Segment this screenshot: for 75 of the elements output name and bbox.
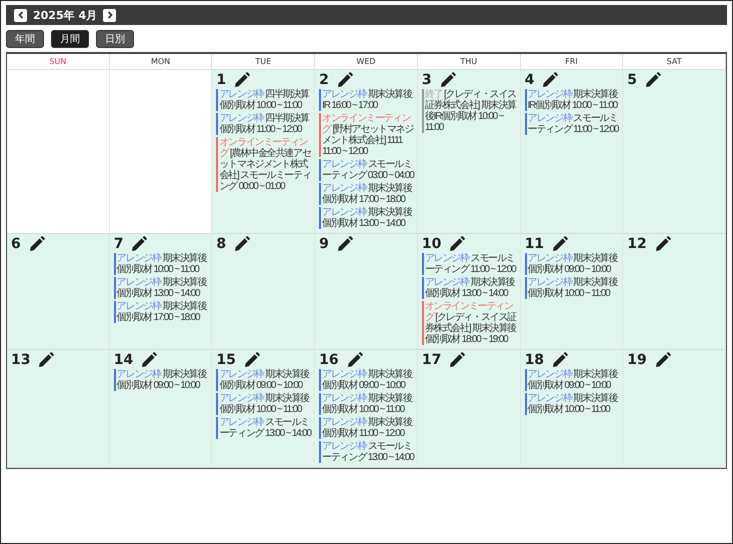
pencil-icon[interactable] [552,236,568,252]
day-number: 2 [319,72,329,88]
day-number: 16 [319,352,339,368]
view-tab[interactable]: 日別 [96,30,134,48]
day-number: 10 [422,236,442,252]
day-number: 3 [422,72,432,88]
pencil-icon[interactable] [336,236,353,252]
event-entry[interactable]: アレンジ枠スモールミーティング 03:00 ~ 04:00 [319,159,415,181]
day-number: 18 [524,352,544,368]
pencil-icon[interactable] [234,72,250,88]
pencil-icon[interactable] [336,72,353,88]
event-entry[interactable]: オンラインミーティング[農林中金全共連アセットマネジメント株式会社] スモールミーティング 00:00 ~ 01:00 [216,137,312,192]
day-number: 17 [422,352,442,368]
pencil-icon[interactable] [542,72,558,88]
pencil-icon[interactable] [449,236,466,252]
pencil-icon[interactable] [346,352,363,368]
event-entry[interactable]: アレンジ枠スモールミーティング 13:00 ~ 14:00 [319,441,415,463]
chevron-left-icon [18,11,24,19]
next-month-button[interactable] [103,8,116,22]
event-entry[interactable]: 終了[クレディ・スイス証券株式会社] 期末決算後IR個別取材 10:00 ~ 11:00 [422,89,518,133]
day-number: 12 [627,236,647,252]
event-entry[interactable]: アレンジ枠期末決算後個別取材 10:00 ~ 11:00 [524,277,620,299]
month-title: 2025年 4月 [33,8,98,22]
event-entry[interactable]: アレンジ枠期末決算後IR個別取材 10:00 ~ 11:00 [524,89,620,111]
event-entry[interactable]: アレンジ枠期末決算後個別取材 10:00 ~ 11:00 [319,393,415,415]
pencil-icon[interactable] [131,236,148,252]
pencil-icon[interactable] [645,72,662,88]
pencil-icon[interactable] [654,352,671,368]
day-number: 15 [216,352,236,368]
event-entry[interactable]: アレンジ枠期末決算後個別取材 09:00 ~ 10:00 [216,369,312,391]
event-entry[interactable]: アレンジ枠期末決算後個別取材 17:00 ~ 18:00 [319,183,415,205]
pencil-icon[interactable] [38,352,54,368]
day-number: 8 [216,236,226,252]
event-entry[interactable]: アレンジ枠期末決算後個別取材 13:00 ~ 14:00 [319,207,415,229]
event-entry[interactable]: アレンジ枠期末決算後個別取材 09:00 ~ 10:00 [114,369,210,391]
day-number: 5 [627,72,638,88]
previous-month-button[interactable] [14,8,27,22]
event-entry[interactable]: アレンジ枠期末決算後個別取材 17:00 ~ 18:00 [114,301,210,323]
event-entry[interactable]: アレンジ枠期末決算後個別取材 09:00 ~ 10:00 [524,369,620,391]
view-tab[interactable]: 年間 [6,30,44,48]
pencil-icon[interactable] [449,352,466,368]
event-entry[interactable]: アレンジ枠期末決算後個別取材 10:00 ~ 11:00 [114,253,210,275]
event-entry[interactable]: アレンジ枠期末決算後個別取材 09:00 ~ 10:00 [524,253,620,275]
day-number: 1 [216,72,226,88]
day-number: 14 [114,352,134,368]
pencil-icon[interactable] [244,352,260,368]
day-number: 9 [319,236,329,252]
event-entry[interactable]: アレンジ枠期末決算後個別取材 11:00 ~ 12:00 [319,417,415,439]
event-entry[interactable]: オンラインミーティング[野村アセットマネジメント株式会社] 1111 11:00 ~ 12:00 [319,113,415,157]
event-entry[interactable]: アレンジ枠四半期決算個別取材 11:00 ~ 12:00 [216,113,312,135]
event-entry[interactable]: アレンジ枠期末決算後個別取材 13:00 ~ 14:00 [422,277,518,299]
event-entry[interactable]: アレンジ枠スモールミーティング 11:00 ~ 12:00 [422,253,518,275]
event-entry[interactable]: アレンジ枠期末決算後個別取材 10:00 ~ 11:00 [216,393,312,415]
pencil-icon[interactable] [440,72,456,88]
chevron-right-icon [106,11,113,19]
day-number: 7 [114,236,124,252]
event-entry[interactable]: アレンジ枠期末決算後個別取材 10:00 ~ 11:00 [524,393,620,415]
event-entry[interactable]: アレンジ枠スモールミーティング 11:00 ~ 12:00 [524,113,620,135]
day-number: 13 [11,352,30,368]
event-entry[interactable]: アレンジ枠期末決算後個別取材 09:00 ~ 10:00 [319,369,415,391]
pencil-icon[interactable] [28,236,45,252]
event-entry[interactable]: アレンジ枠四半期決算個別取材 10:00 ~ 11:00 [216,89,312,111]
pencil-icon[interactable] [654,236,671,252]
event-entry[interactable]: オンラインミーティング[クレディ・スイス証券株式会社] 期末決算後個別取材 18:00 ~ 19:00 [422,301,518,345]
pencil-icon[interactable] [234,236,250,252]
event-entry[interactable]: アレンジ枠期末決算後個別取材 13:00 ~ 14:00 [114,277,210,299]
event-entry[interactable]: アレンジ枠スモールミーティング 13:00 ~ 14:00 [216,417,312,439]
view-tab[interactable]: 月間 [51,30,89,48]
day-number: 6 [11,236,21,252]
pencil-icon[interactable] [552,352,568,368]
day-number: 19 [627,352,647,368]
pencil-icon[interactable] [141,352,158,368]
day-number: 4 [524,72,534,88]
day-number: 11 [524,236,544,252]
event-entry[interactable]: アレンジ枠期末決算後IR 16:00 ~ 17:00 [319,89,415,111]
